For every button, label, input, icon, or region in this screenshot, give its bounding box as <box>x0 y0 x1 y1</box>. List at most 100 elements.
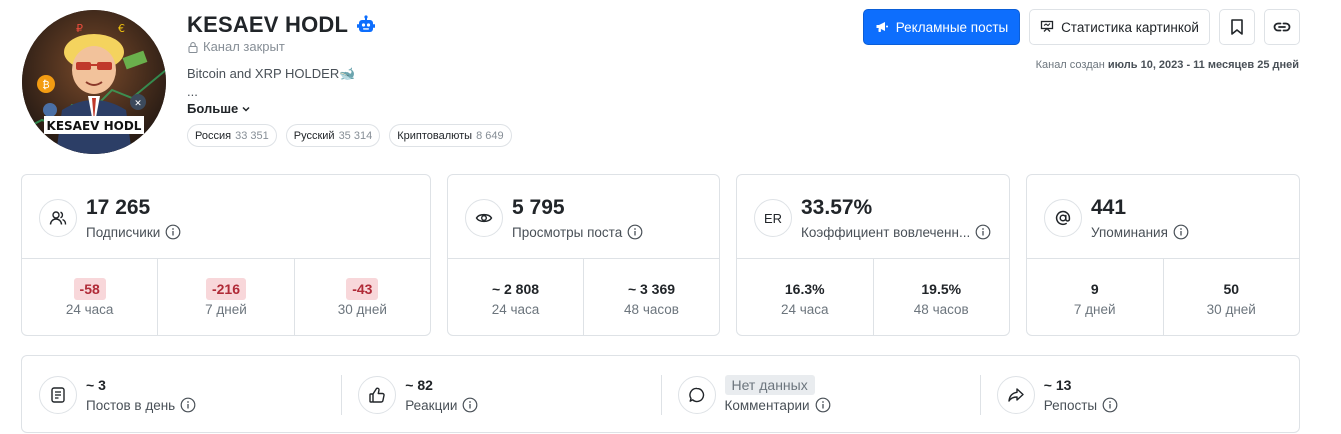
cell-label: 30 дней <box>1206 302 1256 317</box>
channel-status: Канал закрыт <box>203 39 285 54</box>
bot-icon <box>356 15 376 35</box>
svg-text:€: € <box>118 22 125 35</box>
cell-label: 48 часов <box>624 302 679 317</box>
subscribers-30d: -43 30 дней <box>293 259 430 335</box>
avatar-caption: KESAEV HODL <box>47 119 142 133</box>
info-icon[interactable] <box>627 224 643 240</box>
channel-description: Bitcoin and XRP HOLDER🐋 <box>187 66 356 81</box>
info-icon[interactable] <box>1102 397 1118 413</box>
comments: Нет данных Комментарии <box>660 356 980 432</box>
comments-label: Комментарии <box>724 397 810 413</box>
info-icon[interactable] <box>815 397 831 413</box>
tag-country[interactable]: Россия 33 351 <box>187 124 277 147</box>
posts-value: ~ 3 <box>86 377 106 393</box>
reposts: ~ 13 Репосты <box>979 356 1299 432</box>
share-icon <box>996 376 1035 414</box>
more-label: Больше <box>187 101 239 116</box>
tag-count: 33 351 <box>235 129 269 142</box>
ads-posts-label: Рекламные посты <box>895 19 1009 35</box>
document-icon <box>39 376 77 414</box>
created-value: июль 10, 2023 - 11 месяцев 25 дней <box>1107 59 1299 71</box>
er-48h: 19.5% 48 часов <box>872 259 1010 335</box>
posts-label: Постов в день <box>86 397 176 413</box>
views-card: 5 795 Просмотры поста ~ 2 808 24 часа ~ … <box>447 174 720 336</box>
mentions-label: Упоминания <box>1091 224 1168 240</box>
lock-icon <box>187 41 199 53</box>
channel-title: KESAEV HODL <box>187 12 349 37</box>
cell-value: ~ 3 369 <box>627 281 676 297</box>
megaphone-icon <box>875 20 889 34</box>
channel-created: Канал создан июль 10, 2023 - 11 месяцев … <box>1036 59 1299 71</box>
svg-text:₿: ₿ <box>42 79 49 91</box>
cell-value: 50 <box>1223 281 1240 297</box>
info-icon[interactable] <box>1173 224 1189 240</box>
svg-text:₽: ₽ <box>76 22 83 35</box>
tag-language[interactable]: Русский 35 314 <box>285 124 381 147</box>
created-label: Канал создан <box>1035 59 1105 71</box>
cell-label: 24 часа <box>491 302 540 317</box>
cell-label: 24 часа <box>780 302 829 317</box>
copy-link-button[interactable] <box>1264 9 1300 45</box>
cell-label: 7 дней <box>1073 302 1116 317</box>
subscribers-card: 17 265 Подписчики -58 24 часа -216 7 дне… <box>21 174 431 336</box>
views-value: 5 795 <box>512 196 565 219</box>
stats-image-label: Статистика картинкой <box>1061 19 1199 35</box>
views-label: Просмотры поста <box>512 224 623 240</box>
tag-category[interactable]: Криптовалюты 8 649 <box>389 124 512 147</box>
comment-icon <box>677 376 716 414</box>
er-label: Коэффициент вовлеченн... <box>801 224 971 240</box>
more-button[interactable]: Больше <box>187 101 251 116</box>
subscribers-7d: -216 7 дней <box>157 259 293 335</box>
subscribers-value: 17 265 <box>86 196 151 219</box>
info-icon[interactable] <box>165 224 181 240</box>
ads-posts-button[interactable]: Рекламные посты <box>863 9 1020 45</box>
cell-value: 16.3% <box>784 281 825 297</box>
reposts-label: Репосты <box>1043 397 1098 413</box>
cell-label: 24 часа <box>65 302 114 317</box>
cell-value: 19.5% <box>921 281 962 297</box>
presentation-icon <box>1040 20 1054 34</box>
mentions-card: 441 Упоминания 9 7 дней 50 30 дней <box>1026 174 1300 336</box>
users-icon <box>39 199 77 237</box>
cell-value: -58 <box>73 278 106 300</box>
chevron-down-icon <box>241 104 251 114</box>
bookmark-button[interactable] <box>1219 9 1255 45</box>
tag-count: 8 649 <box>476 129 504 142</box>
info-icon[interactable] <box>180 397 196 413</box>
cell-value: -43 <box>346 278 379 300</box>
eye-icon <box>465 199 503 237</box>
tag-name: Русский <box>293 129 335 142</box>
bookmark-icon <box>1229 18 1245 36</box>
stats-image-button[interactable]: Статистика картинкой <box>1029 9 1210 45</box>
posts-per-day: ~ 3 Постов в день <box>22 356 341 432</box>
cell-label: 48 часов <box>913 302 969 317</box>
thumbs-up-icon <box>358 376 397 414</box>
er-card: ER 33.57% Коэффициент вовлеченн... 16.3%… <box>736 174 1010 336</box>
channel-tags: Россия 33 351 Русский 35 314 Криптовалют… <box>187 124 512 147</box>
subscribers-label: Подписчики <box>86 224 161 240</box>
info-icon[interactable] <box>975 224 991 240</box>
tag-name: Россия <box>195 129 232 142</box>
tag-name: Криптовалюты <box>397 129 473 142</box>
mentions-7d: 9 7 дней <box>1027 259 1163 335</box>
subscribers-24h: -58 24 часа <box>22 259 157 335</box>
er-icon: ER <box>754 199 792 237</box>
link-icon <box>1272 17 1292 37</box>
info-icon[interactable] <box>462 397 478 413</box>
description-ellipsis: ... <box>187 84 198 99</box>
views-48h: ~ 3 369 48 часов <box>583 259 719 335</box>
svg-text:✕: ✕ <box>134 99 142 109</box>
activity-bar: ~ 3 Постов в день ~ 82 Реакции Нет данны… <box>21 355 1300 433</box>
tag-count: 35 314 <box>338 129 373 142</box>
views-24h: ~ 2 808 24 часа <box>448 259 583 335</box>
at-icon <box>1044 199 1082 237</box>
channel-avatar: ₿ ✕ ₽ € KESAEV HODL <box>22 10 166 154</box>
comments-value: Нет данных <box>724 375 815 395</box>
cell-value: ~ 2 808 <box>491 281 540 297</box>
er-24h: 16.3% 24 часа <box>737 259 873 335</box>
mentions-30d: 50 30 дней <box>1162 259 1300 335</box>
cell-label: 30 дней <box>337 302 387 317</box>
er-value: 33.57% <box>801 196 873 219</box>
cell-value: 9 <box>1090 281 1099 297</box>
cell-value: -216 <box>205 278 246 300</box>
